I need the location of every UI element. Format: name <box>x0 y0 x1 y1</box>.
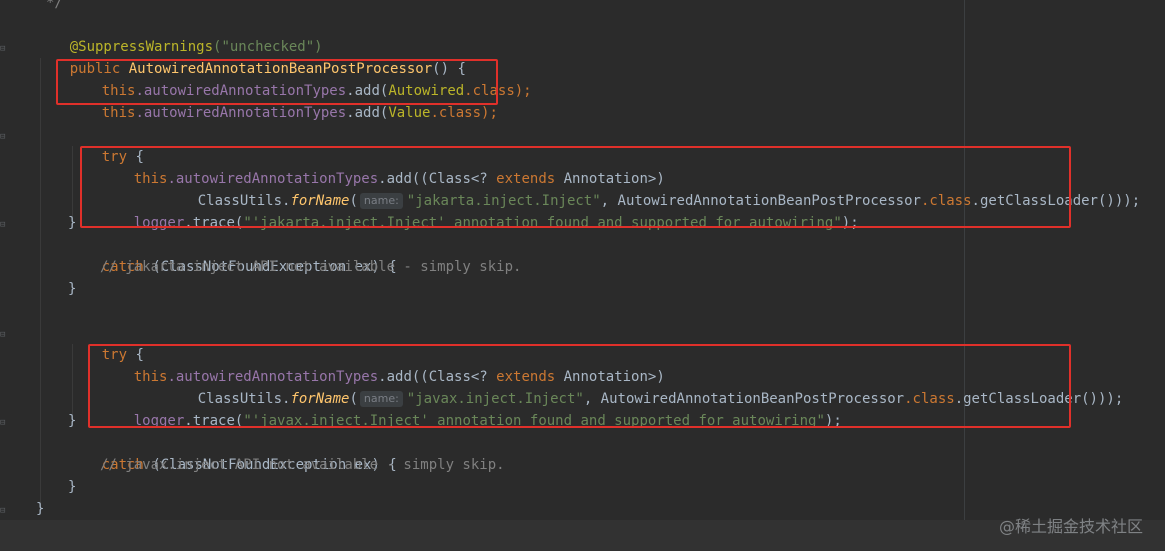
code-line: @SuppressWarnings("unchecked") <box>36 14 323 55</box>
code-line: } <box>68 215 77 231</box>
code-line: } <box>68 479 77 495</box>
code-token: .add( <box>346 105 389 121</box>
code-line: try { <box>68 322 144 363</box>
code-line: } <box>68 413 77 429</box>
highlight-box <box>80 146 1071 228</box>
field-token: .autowiredAnnotationTypes <box>135 105 347 121</box>
code-line: public AutowiredAnnotationBeanPostProces… <box>36 36 466 77</box>
class-token: Value <box>388 105 431 121</box>
code-line: catch (ClassNotFoundException ex) { <box>68 432 397 473</box>
keyword-token: this <box>101 105 136 121</box>
code-line: try { <box>68 124 144 165</box>
code-token: ); <box>514 83 532 99</box>
code-line: catch (ClassNotFoundException ex) { <box>68 234 397 275</box>
code-line: } <box>68 281 77 297</box>
code-line: */ <box>46 0 63 11</box>
code-token: ); <box>481 105 498 121</box>
comment-line: // jakarta.inject API not available - si… <box>100 259 522 275</box>
watermark: @稀土掘金技术社区 <box>998 517 1143 536</box>
code-line: } <box>36 501 45 517</box>
comment-line: // javax.inject API not available - simp… <box>100 457 505 473</box>
keyword-token: .class <box>430 105 482 121</box>
current-line-highlight <box>0 520 1165 551</box>
highlight-box <box>88 344 1071 428</box>
highlight-box <box>56 59 498 105</box>
